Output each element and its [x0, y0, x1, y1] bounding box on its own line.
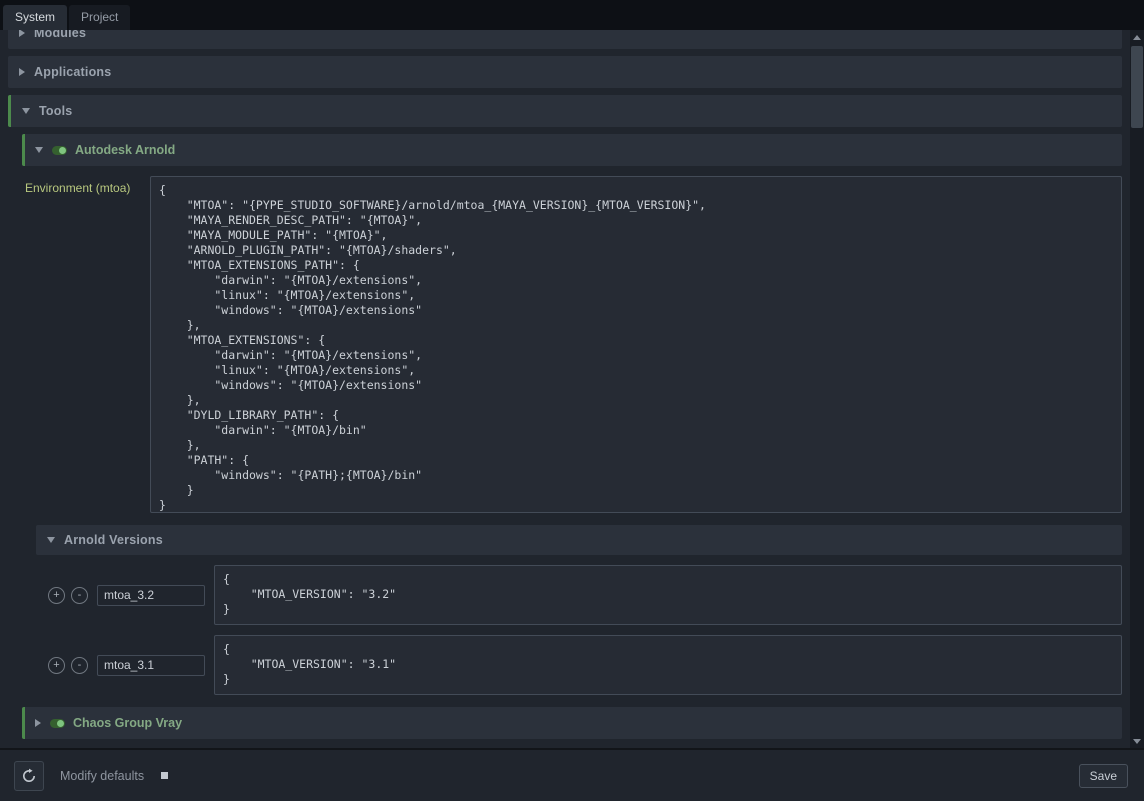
version-json-textarea[interactable]: { "MTOA_VERSION": "3.2" } [214, 565, 1122, 625]
group-enabled-toggle-icon[interactable] [52, 146, 67, 155]
version-json-textarea[interactable]: { "MTOA_VERSION": "3.1" } [214, 635, 1122, 695]
refresh-icon [21, 768, 37, 784]
expand-arrow-icon [35, 719, 41, 727]
section-header-arnold-versions[interactable]: Arnold Versions [36, 525, 1122, 555]
modify-defaults-label[interactable]: Modify defaults [60, 769, 144, 783]
section-label-modules: Modules [34, 30, 86, 40]
remove-version-button[interactable]: - [71, 587, 88, 604]
section-header-tools[interactable]: Tools [8, 95, 1122, 127]
add-version-button[interactable]: + [48, 657, 65, 674]
tab-system[interactable]: System [3, 5, 67, 30]
tab-project[interactable]: Project [69, 5, 130, 30]
version-name-input[interactable] [97, 655, 205, 676]
scrollbar-thumb[interactable] [1131, 46, 1143, 128]
version-row: + - { "MTOA_VERSION": "3.2" } [36, 565, 1122, 625]
section-label-tools: Tools [39, 104, 72, 118]
environment-label: Environment (mtoa) [22, 176, 150, 195]
expand-arrow-icon [19, 30, 25, 37]
section-header-modules[interactable]: Modules [8, 30, 1122, 49]
settings-window: System Project Modules Applications Tool… [0, 0, 1144, 801]
collapse-arrow-icon [22, 108, 30, 114]
add-version-button[interactable]: + [48, 587, 65, 604]
tab-bar: System Project [0, 0, 1144, 30]
environment-row: Environment (mtoa) { "MTOA": "{PYPE_STUD… [22, 176, 1122, 513]
expand-arrow-icon [19, 68, 25, 76]
collapse-arrow-icon [47, 537, 55, 543]
scroll-up-arrow-icon[interactable] [1130, 30, 1144, 44]
version-name-input[interactable] [97, 585, 205, 606]
arnold-versions-section: Arnold Versions + - { "MTOA_VERSION": "3… [36, 525, 1122, 695]
settings-scroll-area: Modules Applications Tools Autodesk Arno… [0, 30, 1130, 748]
group-label-vray: Chaos Group Vray [73, 716, 182, 730]
group-label-arnold: Autodesk Arnold [75, 143, 175, 157]
collapse-arrow-icon [35, 147, 43, 153]
remove-version-button[interactable]: - [71, 657, 88, 674]
group-enabled-toggle-icon[interactable] [50, 719, 65, 728]
section-header-applications[interactable]: Applications [8, 56, 1122, 88]
group-header-arnold[interactable]: Autodesk Arnold [22, 134, 1122, 166]
environment-json-textarea[interactable]: { "MTOA": "{PYPE_STUDIO_SOFTWARE}/arnold… [150, 176, 1122, 513]
section-label-applications: Applications [34, 65, 111, 79]
footer-bar: Modify defaults Save [0, 748, 1144, 801]
scroll-down-arrow-icon[interactable] [1130, 734, 1144, 748]
section-label-arnold-versions: Arnold Versions [64, 533, 163, 547]
save-button[interactable]: Save [1079, 764, 1128, 788]
version-row: + - { "MTOA_VERSION": "3.1" } [36, 635, 1122, 695]
group-header-vray[interactable]: Chaos Group Vray [22, 707, 1122, 739]
vertical-scrollbar[interactable] [1130, 30, 1144, 748]
refresh-button[interactable] [14, 761, 44, 791]
tools-section-body: Autodesk Arnold Environment (mtoa) { "MT… [8, 127, 1122, 739]
modify-defaults-checkbox[interactable] [161, 772, 168, 779]
